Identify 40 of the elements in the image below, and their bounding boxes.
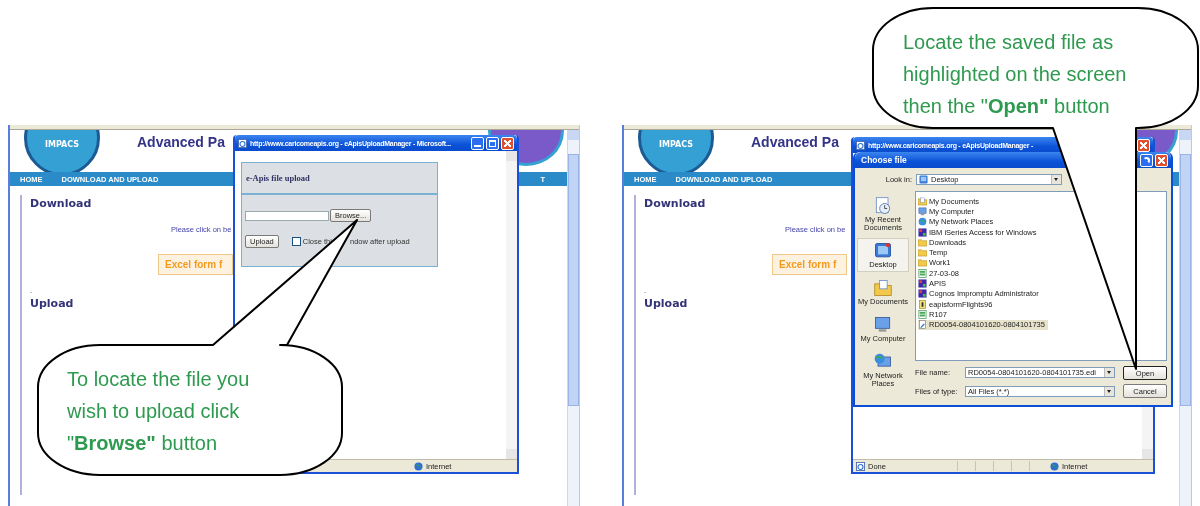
- section-heading: Download: [644, 196, 706, 210]
- maximize-button[interactable]: [486, 136, 499, 150]
- document-icon: [918, 299, 927, 309]
- app-icon: [918, 227, 927, 237]
- globe-icon: [918, 217, 927, 227]
- site-title: Advanced Pa: [751, 134, 839, 150]
- globe-icon: [1050, 461, 1059, 471]
- file-path-field[interactable]: [245, 210, 329, 221]
- minimize-button[interactable]: [471, 136, 484, 150]
- document-icon: [918, 320, 927, 330]
- folder-icon: [873, 278, 893, 298]
- close-button[interactable]: [1155, 153, 1168, 167]
- spreadsheet-icon: [918, 309, 927, 319]
- section-heading: Upload: [644, 296, 688, 310]
- computer-icon: [873, 315, 893, 335]
- close-button[interactable]: [501, 136, 514, 150]
- panel-heading: e-Apis file upload: [246, 173, 310, 183]
- close-button[interactable]: [1137, 138, 1150, 152]
- desktop-icon: [919, 174, 928, 184]
- logo-text: IMPACS: [44, 140, 79, 151]
- browser-icon: [856, 140, 865, 150]
- logo-text: IMPACS: [658, 140, 693, 151]
- callout-text: Locate the saved file as highlighted on the screen then the "Open" button: [903, 30, 1128, 119]
- help-button[interactable]: [1140, 153, 1153, 167]
- browser-icon: [238, 138, 247, 148]
- computer-icon: [918, 206, 927, 216]
- caret-icon: [1051, 174, 1061, 184]
- section-heading: Download: [30, 196, 92, 210]
- globe-icon: [414, 461, 423, 471]
- app-icon: [918, 279, 927, 288]
- browser-icon: [856, 461, 865, 471]
- clock-document-icon: [873, 196, 893, 216]
- callout-text: To locate the file you wish to upload click "Browse" button: [67, 367, 251, 456]
- site-title: Advanced Pa: [137, 134, 225, 150]
- folder-icon: [918, 196, 927, 206]
- spreadsheet-icon: [918, 268, 927, 278]
- checkbox[interactable]: [291, 237, 301, 246]
- section-heading: Upload: [30, 296, 74, 310]
- app-icon: [918, 289, 927, 299]
- window-title: Choose file: [860, 155, 908, 165]
